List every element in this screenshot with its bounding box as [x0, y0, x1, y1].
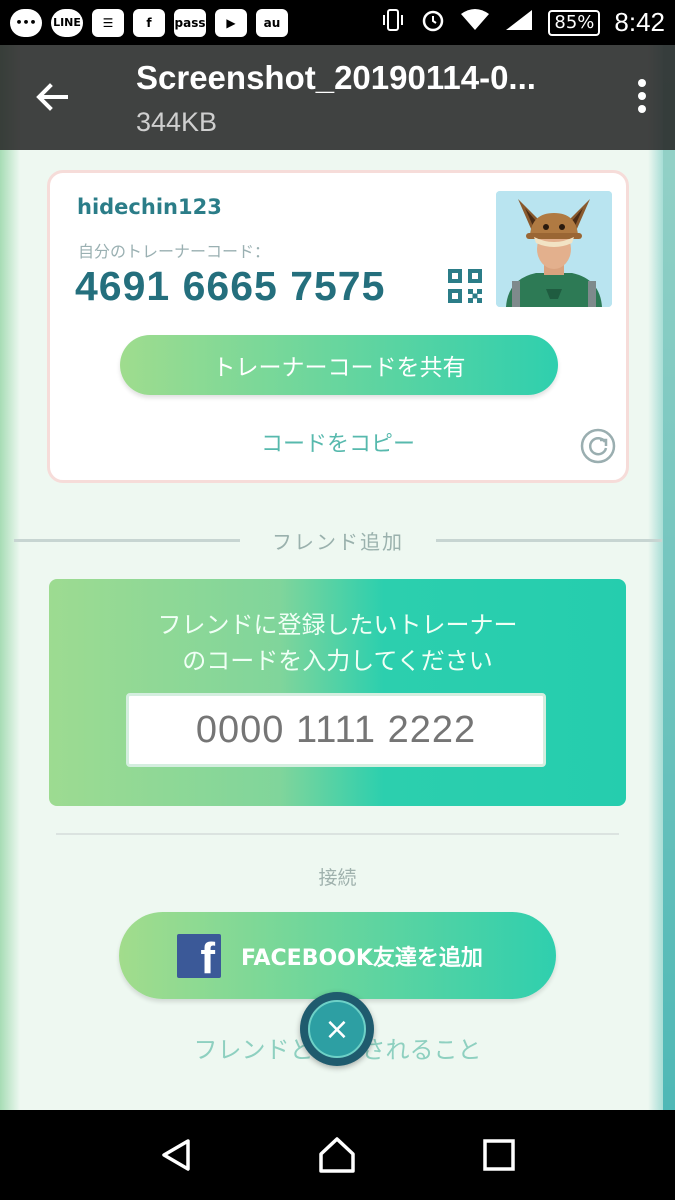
- au-label: au: [263, 15, 281, 30]
- alarm-icon: [420, 7, 446, 39]
- au-mail-icon: au: [256, 8, 288, 37]
- navigation-bar: [0, 1110, 675, 1200]
- youtube-icon: ▶: [215, 8, 247, 37]
- nav-back-icon[interactable]: [154, 1133, 198, 1177]
- trainer-card: hidechin123 自分のトレーナーコード： 4691 6665 7575: [47, 170, 629, 483]
- more-options-icon[interactable]: [637, 79, 647, 119]
- clock: 8:42: [614, 7, 665, 37]
- back-arrow-icon[interactable]: [30, 75, 74, 119]
- file-size: 344KB: [136, 107, 218, 137]
- add-friend-panel: フレンドに登録したいトレーナーのコードを入力してください: [49, 579, 626, 806]
- add-friend-prompt: フレンドに登録したいトレーナーのコードを入力してください: [157, 611, 518, 675]
- pass-label: pass: [174, 15, 206, 30]
- battery-indicator: 85%: [548, 9, 601, 36]
- wifi-icon: [460, 8, 490, 38]
- facebook-icon: f: [133, 8, 165, 37]
- nav-recents-icon[interactable]: [477, 1133, 521, 1177]
- app-screen: hidechin123 自分のトレーナーコード： 4691 6665 7575: [0, 45, 675, 1110]
- trainer-code-input[interactable]: [126, 693, 546, 767]
- add-friend-section-label: フレンド追加: [272, 529, 404, 554]
- pass-icon: pass: [174, 8, 206, 37]
- qr-code-icon[interactable]: [448, 269, 482, 303]
- trainer-username: hidechin123: [77, 195, 222, 219]
- status-bar: ••• LINE ☰ f pass ▶ au 85% 8:42: [0, 0, 675, 45]
- line-label: LINE: [53, 16, 81, 29]
- signal-icon: [504, 8, 534, 38]
- nav-home-icon[interactable]: [315, 1133, 359, 1177]
- viewer-header: Screenshot_20190114-0... 344KB: [0, 45, 675, 150]
- facebook-logo-icon: f: [177, 933, 221, 978]
- divider-line: [14, 538, 240, 542]
- copy-code-link[interactable]: コードをコピー: [50, 426, 626, 458]
- vibrate-icon: [380, 7, 406, 39]
- add-facebook-friends-button[interactable]: f FACEBOOK友達を追加: [119, 912, 556, 999]
- line-icon: LINE: [51, 8, 83, 37]
- close-button[interactable]: ×: [300, 992, 374, 1066]
- contacts-icon: ☰: [92, 8, 124, 37]
- trainer-code: 4691 6665 7575: [75, 263, 386, 309]
- more-icon: •••: [10, 8, 42, 37]
- connect-section-label: 接続: [318, 867, 357, 889]
- refresh-icon[interactable]: [580, 428, 616, 464]
- facebook-button-label: FACEBOOK友達を追加: [241, 945, 483, 971]
- side-edge: [663, 45, 675, 1110]
- divider-line: [436, 538, 662, 542]
- connect-divider: [56, 833, 619, 835]
- add-friend-divider: フレンド追加: [14, 525, 662, 555]
- trainer-code-label: 自分のトレーナーコード：: [78, 242, 271, 261]
- share-trainer-code-button[interactable]: トレーナーコードを共有: [120, 335, 558, 395]
- file-name: Screenshot_20190114-0...: [136, 59, 536, 96]
- trainer-avatar[interactable]: [496, 191, 612, 307]
- close-icon: ×: [308, 1000, 366, 1058]
